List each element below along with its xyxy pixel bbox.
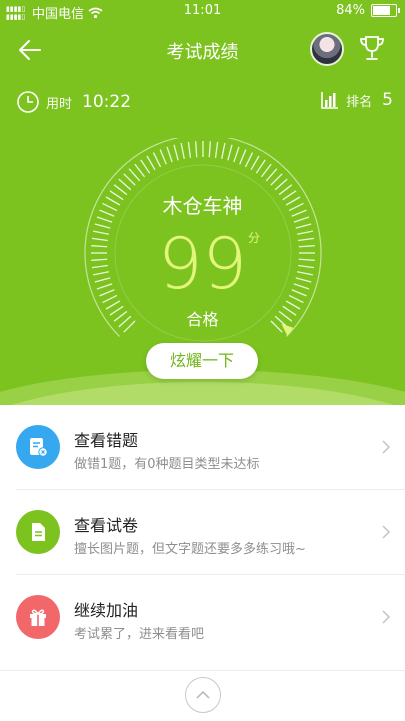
item-title: 查看错题 xyxy=(74,431,139,450)
gift-icon xyxy=(30,609,46,626)
action-list: 查看错题 做错1题，有0种题目类型未达标 查看试卷 擅长图片题，但文字题还要多多… xyxy=(0,405,405,659)
wrong-questions-icon xyxy=(30,438,48,457)
gauge-tick xyxy=(265,168,278,182)
avatar[interactable] xyxy=(310,32,344,66)
item-icon-bg xyxy=(16,425,60,469)
item-icon-bg xyxy=(16,595,60,639)
gauge-tick xyxy=(255,159,266,174)
gauge-tick xyxy=(134,163,146,178)
gauge-tick xyxy=(159,149,167,165)
time-value: 10:22 xyxy=(82,92,132,112)
share-button[interactable]: 炫耀一下 xyxy=(146,343,258,379)
status-bar: ▮▮▮▮▯ ▮▮▮▮▯ 中国电信 11:01 84% xyxy=(0,0,405,22)
pass-status: 合格 xyxy=(186,310,219,329)
scroll-up-button[interactable] xyxy=(185,677,221,713)
gauge-tick xyxy=(274,178,288,191)
item-title: 查看试卷 xyxy=(74,516,139,535)
score-value: 99 xyxy=(157,223,248,305)
gauge-tick xyxy=(250,155,260,171)
gauge-tick xyxy=(118,178,132,191)
chevron-right-icon xyxy=(382,610,391,624)
battery-icon xyxy=(371,4,400,17)
user-name: 木仓车神 xyxy=(162,194,243,218)
time-label: 用时 xyxy=(46,96,73,112)
chevron-right-icon xyxy=(382,525,391,539)
gauge-tick xyxy=(208,141,211,158)
time-used: 用时 10:22 xyxy=(16,90,131,114)
list-item-wrong-questions[interactable]: 查看错题 做错1题，有0种题目类型未达标 xyxy=(16,405,405,490)
gauge-tick xyxy=(244,152,254,168)
status-right: 84% xyxy=(336,3,400,18)
gauge-tick xyxy=(227,144,233,161)
gauge-tick xyxy=(214,141,219,158)
item-icon-bg xyxy=(16,510,60,554)
battery-percent: 84% xyxy=(336,3,365,18)
rank-label: 排名 xyxy=(346,94,373,110)
gauge-tick xyxy=(239,149,247,165)
gauge-tick xyxy=(173,144,179,161)
clock-icon xyxy=(17,91,39,113)
gauge-tick xyxy=(166,146,173,163)
gauge-tick xyxy=(270,173,283,186)
chevron-up-icon xyxy=(196,690,210,699)
gauge-tick xyxy=(221,143,226,159)
gauge-tick xyxy=(146,155,156,171)
footer xyxy=(0,670,405,721)
item-subtitle: 考试累了，进来看看吧 xyxy=(74,627,205,642)
nav-bar: 考试成绩 xyxy=(0,28,405,72)
gauge-tick xyxy=(195,141,198,158)
score-unit: 分 xyxy=(248,231,261,245)
gauge-tick xyxy=(180,143,185,159)
item-title: 继续加油 xyxy=(74,601,139,620)
gauge-tick xyxy=(233,146,240,163)
battery-level xyxy=(373,6,390,15)
rank-value: 5 xyxy=(382,90,393,110)
rank: 排名 5 xyxy=(320,90,393,110)
gauge-tick xyxy=(123,173,136,186)
trophy-icon[interactable] xyxy=(356,32,388,64)
gauge-tick xyxy=(187,141,192,158)
page-title: 考试成绩 xyxy=(166,42,239,63)
chevron-right-icon xyxy=(382,440,391,454)
document-icon xyxy=(32,523,45,541)
gauge-tick xyxy=(140,159,151,174)
item-subtitle: 擅长图片题，但文字题还要多多练习哦~ xyxy=(74,542,306,557)
list-item-view-paper[interactable]: 查看试卷 擅长图片题，但文字题还要多多练习哦~ xyxy=(16,490,405,575)
item-subtitle: 做错1题，有0种题目类型未达标 xyxy=(74,457,260,472)
gauge-tick xyxy=(260,163,272,178)
bar-chart-icon xyxy=(321,92,339,109)
gauge-tick xyxy=(128,168,141,182)
list-item-keep-going[interactable]: 继续加油 考试累了，进来看看吧 xyxy=(16,575,405,659)
gauge-tick xyxy=(152,152,162,168)
